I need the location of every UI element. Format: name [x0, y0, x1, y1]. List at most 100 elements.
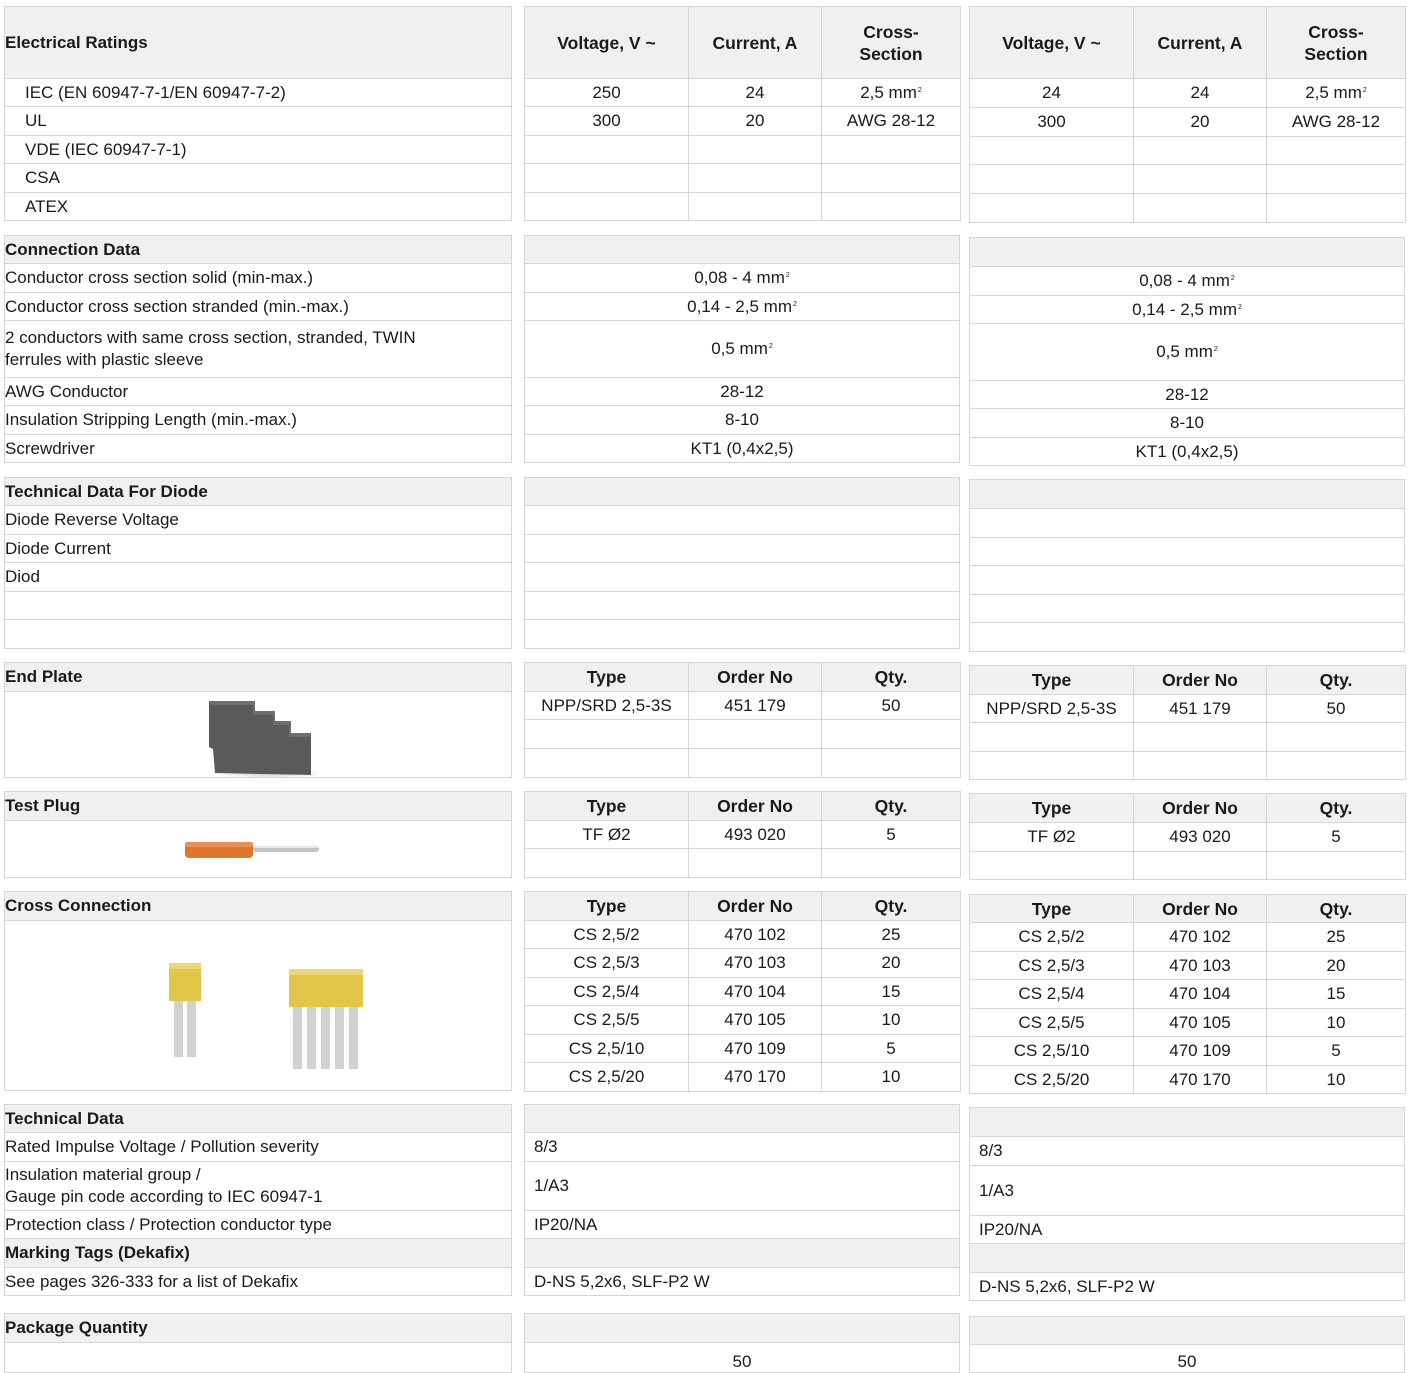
connection-value: 0,08 - 4 mm2 — [969, 266, 1405, 296]
end-plate-block: End Plate — [4, 662, 512, 778]
order-no-value: 451 179 — [688, 691, 822, 720]
order-no-header: Order No — [1133, 894, 1267, 923]
qty-value: 50 — [1266, 694, 1406, 723]
section-title: Technical Data — [4, 1104, 512, 1133]
empty-cell — [524, 719, 689, 749]
cross-section-value: AWG 28-12 — [1266, 107, 1406, 137]
connection-value: 0,5 mm2 — [524, 320, 960, 378]
end-plate-image — [209, 701, 317, 777]
technical-value: 8/3 — [969, 1136, 1405, 1166]
order-no-header: Order No — [1133, 793, 1267, 823]
empty-cell — [1266, 164, 1406, 194]
order-no-value: 470 103 — [688, 948, 822, 978]
current-value: 20 — [1133, 107, 1267, 137]
empty-cell — [969, 508, 1405, 538]
package-quantity-value: 50 — [969, 1344, 1405, 1373]
voltage-header: Voltage, V ~ — [969, 6, 1134, 79]
empty-cell — [969, 622, 1405, 652]
connection-value: 8-10 — [969, 408, 1405, 438]
datasheet-page: Electrical Ratings IEC (EN 60947-7-1/EN … — [0, 0, 1408, 1373]
cross-section-value: AWG 28-12 — [821, 106, 961, 136]
type-header: Type — [524, 662, 689, 692]
type-value: CS 2,5/4 — [524, 977, 689, 1006]
type-value: CS 2,5/2 — [969, 922, 1134, 952]
type-value: CS 2,5/4 — [969, 979, 1134, 1009]
empty-cell — [969, 193, 1134, 223]
qty-value: 5 — [821, 1034, 961, 1063]
connection-data-labels: Connection Data Conductor cross section … — [4, 235, 512, 463]
connection-label: 2 conductors with same cross section, st… — [4, 320, 512, 378]
qty-header: Qty. — [821, 791, 961, 821]
marking-tags-value: D-NS 5,2x6, SLF-P2 W — [524, 1267, 960, 1296]
rating-label: VDE (IEC 60947-7-1) — [4, 135, 512, 164]
header-fill — [969, 479, 1405, 509]
connection-label: Screwdriver — [4, 434, 512, 463]
diode-label — [4, 619, 512, 649]
cross-connection-image-cell — [4, 920, 512, 1091]
end-plate-values-b: Type Order No Qty. NPP/SRD 2,5-3S 451 17… — [969, 665, 1406, 780]
qty-header: Qty. — [821, 662, 961, 692]
empty-cell — [1133, 722, 1267, 752]
connection-value: 0,14 - 2,5 mm2 — [969, 295, 1405, 324]
order-no-header: Order No — [688, 791, 822, 821]
empty-cell — [821, 135, 961, 164]
end-plate-values-a: Type Order No Qty. NPP/SRD 2,5-3S 451 17… — [524, 662, 961, 778]
qty-header: Qty. — [821, 891, 961, 921]
empty-cell — [1266, 851, 1406, 880]
qty-value: 5 — [821, 820, 961, 849]
header-fill — [524, 1238, 960, 1268]
empty-cell — [969, 751, 1134, 780]
type-header: Type — [969, 665, 1134, 695]
type-header: Type — [524, 891, 689, 921]
qty-header: Qty. — [1266, 665, 1406, 695]
technical-label: Rated Impulse Voltage / Pollution severi… — [4, 1132, 512, 1162]
type-value: CS 2,5/20 — [524, 1062, 689, 1092]
order-no-header: Order No — [1133, 665, 1267, 695]
voltage-value: 250 — [524, 78, 689, 107]
empty-cell — [969, 537, 1405, 566]
type-value: NPP/SRD 2,5-3S — [969, 694, 1134, 723]
rating-label: UL — [4, 106, 512, 136]
diode-label: Diode Reverse Voltage — [4, 505, 512, 535]
current-header: Current, A — [1133, 6, 1267, 79]
empty-cell — [688, 163, 822, 193]
empty-cell — [524, 192, 689, 221]
section-title: Marking Tags (Dekafix) — [4, 1238, 512, 1268]
empty-cell — [524, 135, 689, 164]
package-quantity-labels: Package Quantity — [4, 1313, 512, 1373]
marking-tags-label: See pages 326-333 for a list of Dekafix — [4, 1267, 512, 1296]
section-title: Test Plug — [4, 791, 512, 821]
cross-connection-values-b: Type Order No Qty. CS 2,5/2 470 102 25 CS … — [969, 894, 1406, 1094]
type-value: CS 2,5/20 — [969, 1065, 1134, 1094]
connection-values-a: 0,08 - 4 mm2 0,14 - 2,5 mm2 0,5 mm2 28-1… — [524, 235, 960, 463]
order-no-header: Order No — [688, 891, 822, 921]
order-no-value: 470 105 — [1133, 1008, 1267, 1037]
cross-section-value: 2,5 mm2 — [1266, 78, 1406, 108]
empty-cell — [524, 534, 960, 563]
diode-values-a — [524, 477, 960, 649]
section-title: Electrical Ratings — [4, 6, 512, 79]
qty-value: 15 — [1266, 979, 1406, 1009]
type-value: CS 2,5/10 — [969, 1036, 1134, 1066]
voltage-value: 300 — [969, 107, 1134, 137]
empty-cell — [524, 619, 960, 649]
type-header: Type — [524, 791, 689, 821]
header-fill — [969, 1243, 1405, 1273]
qty-header: Qty. — [1266, 894, 1406, 923]
empty-cell — [524, 748, 689, 778]
connection-label: Insulation Stripping Length (min.-max.) — [4, 405, 512, 435]
connection-value: 0,08 - 4 mm2 — [524, 263, 960, 293]
order-no-value: 470 170 — [1133, 1065, 1267, 1094]
rating-label: ATEX — [4, 192, 512, 221]
qty-value: 10 — [821, 1005, 961, 1035]
test-plug-values-b: Type Order No Qty. TF Ø2 493 020 5 — [969, 793, 1406, 880]
connection-value: 28-12 — [969, 380, 1405, 409]
connection-label: AWG Conductor — [4, 377, 512, 406]
type-value: CS 2,5/10 — [524, 1034, 689, 1063]
connection-values-b: 0,08 - 4 mm2 0,14 - 2,5 mm2 0,5 mm2 28-1… — [969, 237, 1405, 466]
connection-value: 8-10 — [524, 405, 960, 435]
diode-data-labels: Technical Data For Diode Diode Reverse V… — [4, 477, 512, 649]
voltage-value: 300 — [524, 106, 689, 136]
type-value: TF Ø2 — [969, 822, 1134, 852]
header-fill — [969, 1107, 1405, 1137]
